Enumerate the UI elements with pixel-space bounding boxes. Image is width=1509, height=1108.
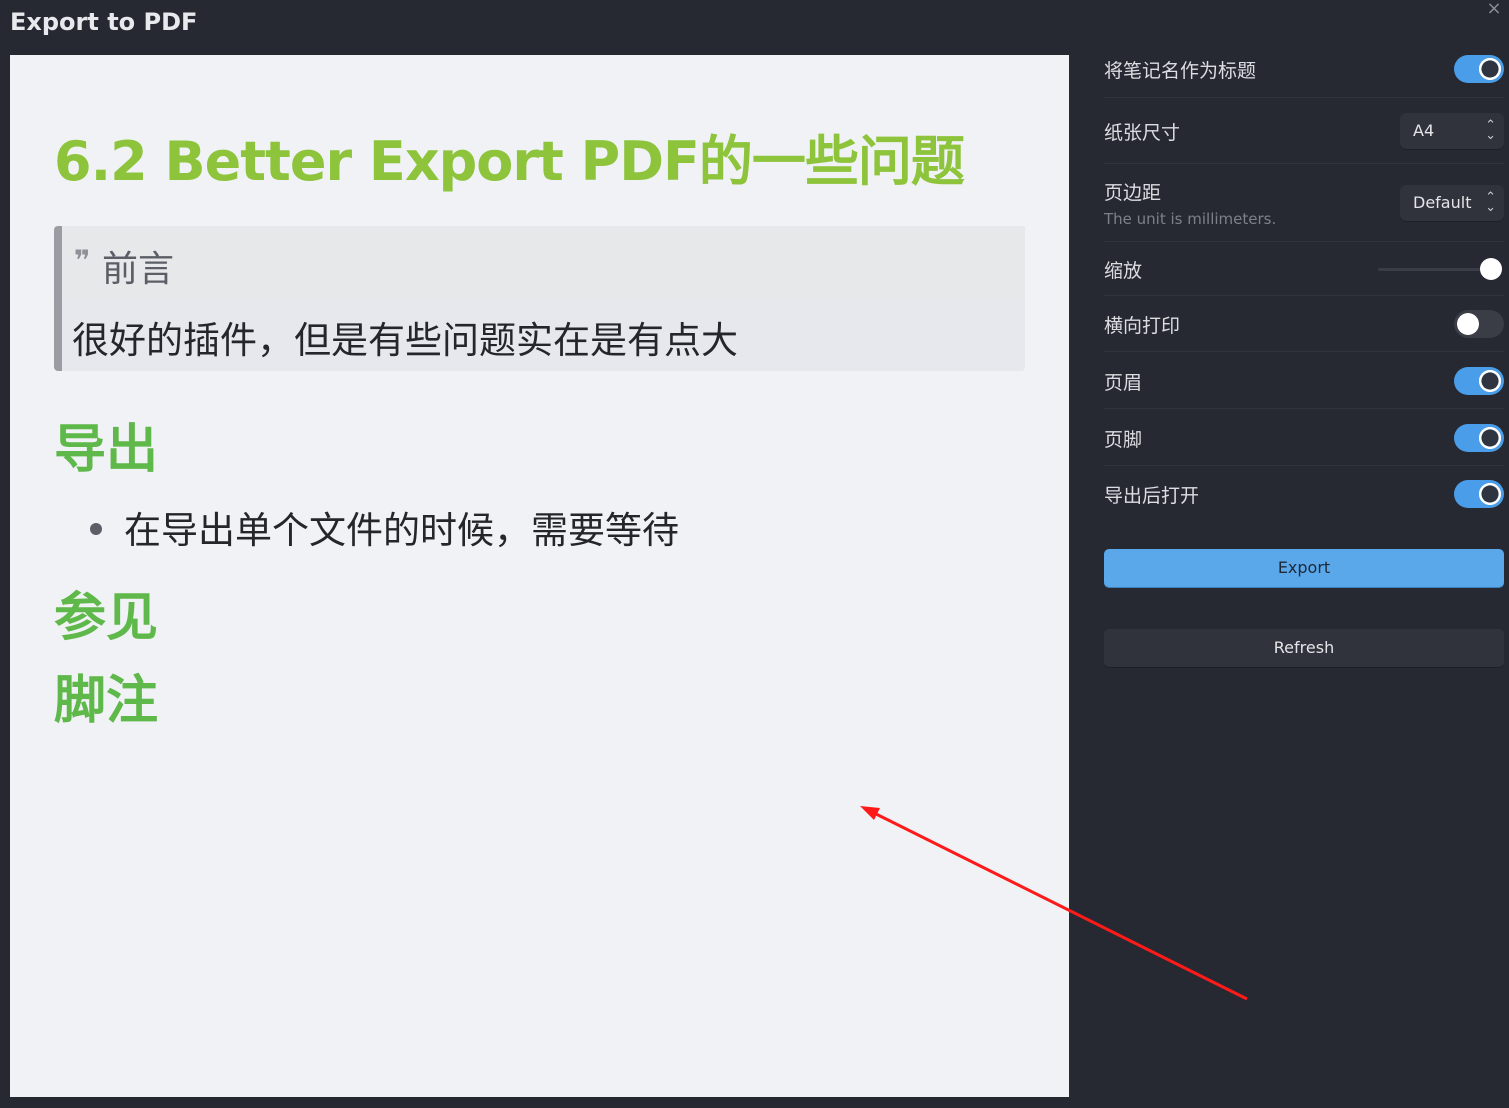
section-heading: 导出 [54,420,159,480]
callout-block: ❞ 前言 很好的插件，但是有些问题实在是有点大 [54,226,1025,371]
footer-toggle[interactable] [1454,424,1504,452]
paper-size-select[interactable]: A4 ⌃ ⌄ [1400,113,1504,149]
margin-select[interactable]: Default ⌃ ⌄ [1400,185,1504,221]
chevron-updown-icon: ⌃ ⌄ [1485,190,1496,215]
select-value: A4 [1413,121,1435,140]
landscape-toggle[interactable] [1454,310,1504,338]
setting-label: 页脚 [1104,429,1143,451]
header-toggle[interactable] [1454,367,1504,395]
section-heading: 脚注 [54,671,159,731]
toggle-knob [1479,427,1501,449]
close-icon[interactable]: × [1485,0,1503,18]
select-value: Default [1413,193,1472,212]
setting-row-paper-size: 纸张尺寸 A4 ⌃ ⌄ [1104,98,1504,164]
toggle-knob [1457,313,1479,335]
toggle-knob [1479,58,1501,80]
setting-row-landscape: 横向打印 [1104,296,1504,352]
list-item: 在导出单个文件的时候，需要等待 [90,500,679,554]
section-heading: 参见 [54,588,159,648]
setting-label: 缩放 [1104,260,1143,282]
setting-row-note-title: 将笔记名作为标题 [1104,40,1504,98]
callout-header: ❞ 前言 [62,226,1025,298]
toggle-knob [1479,483,1501,505]
settings-panel: 将笔记名作为标题 纸张尺寸 A4 ⌃ ⌄ 页边距 The unit is mill… [1104,40,1504,521]
setting-label: 将笔记名作为标题 [1104,60,1257,82]
note-title-toggle[interactable] [1454,55,1504,83]
dialog-title: Export to PDF [10,8,198,36]
setting-row-scale: 缩放 [1104,242,1504,296]
quote-icon: ❞ [74,244,91,277]
open-after-export-toggle[interactable] [1454,480,1504,508]
scale-slider-thumb[interactable] [1480,258,1502,280]
pdf-preview: 6.2 Better Export PDF的一些问题 ❞ 前言 很好的插件，但是… [10,55,1069,1097]
chevron-updown-icon: ⌃ ⌄ [1485,118,1496,143]
document-title: 6.2 Better Export PDF的一些问题 [54,130,965,193]
setting-row-margin: 页边距 The unit is millimeters. Default ⌃ ⌄ [1104,164,1504,242]
list-item-text: 在导出单个文件的时候，需要等待 [124,509,679,552]
callout-body: 很好的插件，但是有些问题实在是有点大 [72,319,738,362]
setting-label: 页边距 [1104,182,1162,204]
export-button[interactable]: Export [1104,549,1504,587]
scale-slider-track[interactable] [1378,268,1490,271]
setting-description: The unit is millimeters. [1104,210,1277,228]
setting-row-footer: 页脚 [1104,409,1504,466]
bullet-icon [90,522,102,535]
callout-title: 前言 [102,249,175,290]
setting-label: 横向打印 [1104,315,1181,337]
setting-label: 纸张尺寸 [1104,122,1181,144]
setting-row-open-after-export: 导出后打开 [1104,466,1504,521]
setting-label: 导出后打开 [1104,485,1200,507]
toggle-knob [1479,370,1501,392]
setting-label: 页眉 [1104,372,1143,394]
refresh-button[interactable]: Refresh [1104,629,1504,667]
setting-row-header: 页眉 [1104,352,1504,409]
